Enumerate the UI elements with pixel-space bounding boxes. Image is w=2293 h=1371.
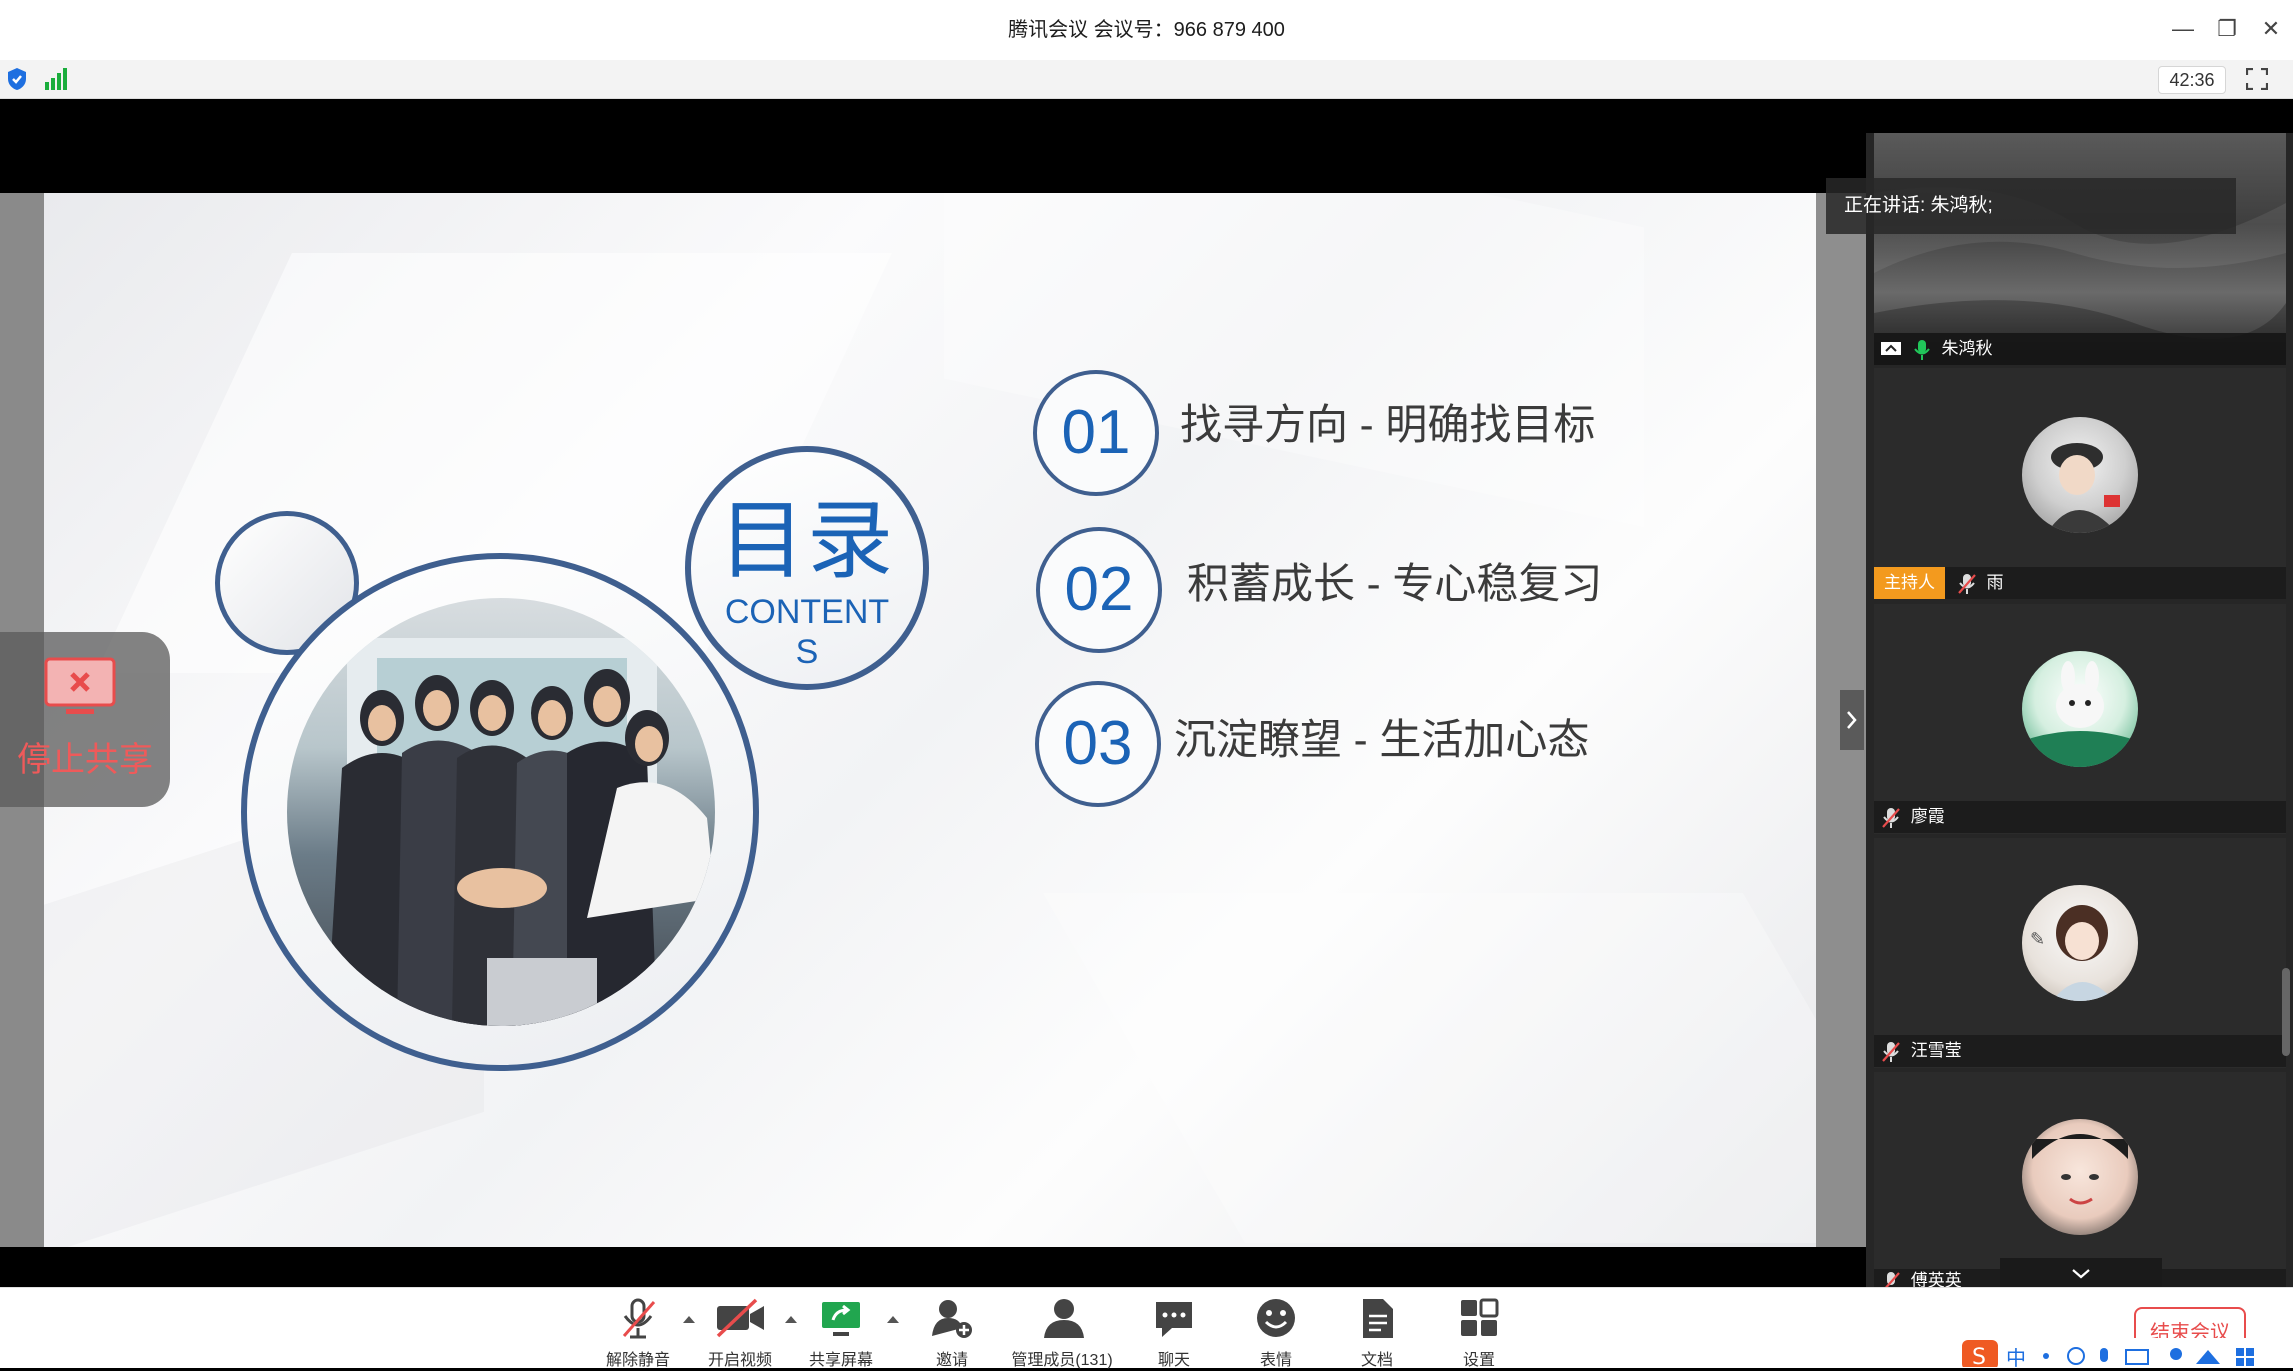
start-video-button[interactable]: 开启视频 [690,1296,790,1370]
emoji-icon [1257,1299,1295,1337]
invite-button[interactable]: 邀请 [902,1296,1002,1370]
docs-button[interactable]: 文档 [1327,1296,1427,1370]
ime-tools-icons[interactable] [2036,1344,2286,1367]
item-number-1: 01 [1061,398,1131,467]
chat-label: 聊天 [1157,1352,1190,1369]
share-screen-button[interactable]: 共享屏幕 [791,1296,891,1370]
chevron-right-icon [1847,711,1857,729]
mic-muted-icon [1957,573,1976,594]
chevron-down-icon [2072,1269,2090,1279]
status-bar: 42:36 [0,60,2293,99]
document-icon [1363,1299,1393,1338]
mic-muted-icon [622,1298,656,1339]
participant-name-1: 朱鸿秋 [1941,339,1993,358]
start-video-label: 开启视频 [707,1352,772,1369]
stop-share-widget[interactable]: 停止共享 [0,632,170,807]
contents-subheading: CONTENT [724,593,890,631]
share-screen-icon [822,1302,860,1336]
title-bar: 腾讯会议 会议号：966 879 400 — ❐ ✕ [0,0,2293,61]
participant-name-2: 雨 [1986,573,2004,592]
security-shield-icon[interactable] [6,67,28,91]
participant-avatar-3 [2022,651,2138,767]
unmute-label: 解除静音 [605,1352,670,1369]
item-text-1: 找寻方向 - 明确找目标 [1180,401,1596,448]
mic-muted-icon [1882,1041,1900,1062]
invite-label: 邀请 [935,1352,968,1369]
sogou-ime-icon[interactable]: S [1960,1338,2000,1367]
participant-avatar-2 [2022,417,2138,533]
item-number-3: 03 [1063,709,1133,778]
settings-button[interactable]: 设置 [1429,1296,1529,1370]
participant-name-3: 廖霞 [1910,807,1945,826]
restore-icon[interactable]: ❐ [2212,14,2242,44]
participant-avatar-5 [2022,1119,2138,1235]
host-badge: 主持人 [1874,567,1945,599]
participant-name-5: 傅英英 [1910,1271,1962,1287]
chat-icon [1156,1302,1192,1337]
contents-subheading-wrap: S [795,633,819,671]
contents-heading: 目录 [719,493,895,589]
reactions-button[interactable]: 表情 [1226,1296,1326,1370]
unmute-button[interactable]: 解除静音 [588,1296,688,1370]
participant-namebar-4: 汪雪莹 [1874,1035,2286,1067]
close-icon[interactable]: ✕ [2256,14,2286,44]
svg-text:✎: ✎ [2030,929,2045,950]
add-user-icon [932,1300,972,1338]
manage-members-label: 管理成员(131) [1011,1352,1113,1369]
speaking-indicator: 正在讲话: 朱鸿秋; [1826,178,2236,234]
shared-slide: 目录 CONTENT S 01 找寻方向 - 明确找目标 02 积蓄成长 - 专… [44,193,1816,1247]
participant-namebar-1: 朱鸿秋 [1874,333,2286,365]
members-icon [1044,1299,1084,1338]
ime-toolbar: S 中 [1956,1338,2293,1370]
docs-label: 文档 [1360,1352,1393,1369]
participant-namebar-3: 廖霞 [1874,801,2286,833]
mic-muted-icon [1884,1271,1900,1287]
mic-muted-icon [1882,807,1900,828]
stop-share-icon [44,657,116,714]
manage-members-button[interactable]: 管理成员(131) [1002,1296,1122,1370]
share-screen-label: 共享屏幕 [808,1352,873,1369]
chat-button[interactable]: 聊天 [1124,1296,1224,1370]
screen-share-icon [1881,341,1901,355]
mic-active-icon [1913,339,1930,360]
stop-share-label: 停止共享 [17,741,153,779]
participant-avatar-4: ✎ [2022,885,2138,1001]
item-text-3: 沉淀瞭望 - 生活加心态 [1174,716,1590,763]
expand-list-button[interactable] [2000,1258,2162,1287]
apps-grid-icon [1461,1298,1499,1336]
sidebar-scrollbar[interactable] [2282,968,2290,1056]
participant-name-4: 汪雪莹 [1910,1041,1962,1060]
share-options-caret[interactable] [887,1316,899,1323]
svg-text:S: S [1972,1345,1986,1367]
fullscreen-icon[interactable] [2246,68,2268,90]
meeting-toolbar: 解除静音 开启视频 共享屏幕 邀请 管理成员(131) 聊天 表情 文档 设置 [0,1287,2293,1370]
meeting-timer: 42:36 [2158,66,2226,94]
item-text-2: 积蓄成长 - 专心稳复习 [1187,560,1603,607]
collapse-sidebar-button[interactable] [1840,690,1864,750]
settings-label: 设置 [1462,1352,1495,1369]
signal-strength-icon[interactable] [44,68,68,90]
reactions-label: 表情 [1259,1352,1292,1369]
camera-off-icon [716,1298,764,1338]
minimize-icon[interactable]: — [2168,14,2198,44]
team-photo [287,598,715,1026]
participant-namebar-2: 主持人 雨 [1874,567,2286,599]
item-number-2: 02 [1064,555,1134,624]
window-title: 腾讯会议 会议号：966 879 400 [1008,19,1285,41]
speaker-video[interactable] [1874,133,2286,361]
